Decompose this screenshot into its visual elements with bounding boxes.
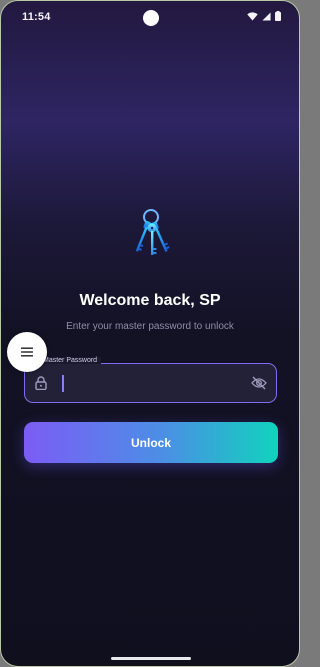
status-time: 11:54: [22, 11, 51, 23]
wifi-icon: [247, 11, 258, 21]
master-password-input[interactable]: [61, 373, 243, 395]
navigation-handle[interactable]: [111, 657, 191, 660]
phone-screen: 11:54 Welcome back, SP Enter your master…: [0, 0, 300, 667]
master-password-field[interactable]: Master Password: [24, 357, 277, 403]
eye-off-icon[interactable]: [251, 376, 267, 390]
menu-icon: [21, 347, 33, 357]
text-cursor: [62, 375, 64, 392]
welcome-subtitle: Enter your master password to unlock: [66, 321, 234, 332]
keys-icon: [135, 209, 170, 255]
battery-icon: [275, 11, 281, 21]
unlock-button[interactable]: Unlock: [24, 422, 278, 463]
signal-icon: [262, 11, 271, 21]
welcome-title: Welcome back, SP: [79, 292, 221, 309]
lock-icon: [35, 376, 47, 390]
camera-cutout: [143, 10, 159, 26]
master-password-label: Master Password: [39, 357, 102, 364]
menu-button[interactable]: [7, 332, 47, 372]
status-bar: 11:54: [1, 1, 299, 33]
status-icons: [247, 11, 281, 21]
